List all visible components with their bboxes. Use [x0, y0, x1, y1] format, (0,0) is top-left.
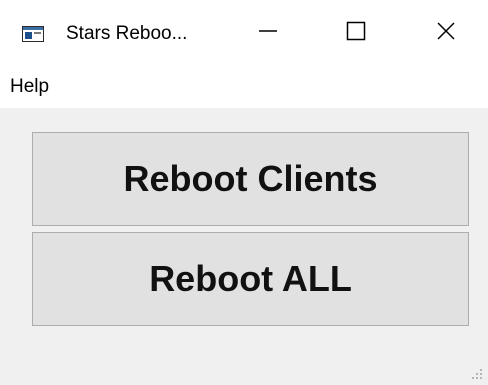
- title-bar[interactable]: Stars Reboo...: [0, 0, 488, 66]
- client-area: Reboot Clients Reboot ALL: [0, 108, 488, 385]
- close-button[interactable]: [398, 0, 488, 66]
- app-window: Stars Reboo... Help Reboot Clients Reboo…: [0, 0, 488, 385]
- menu-item-help[interactable]: Help: [8, 76, 51, 98]
- maximize-icon: [346, 21, 366, 46]
- app-window-icon: [22, 26, 44, 42]
- window-title: Stars Reboo...: [66, 23, 188, 44]
- resize-grip-icon[interactable]: [470, 367, 484, 381]
- maximize-button[interactable]: [308, 0, 404, 66]
- minimize-icon: [258, 21, 278, 46]
- minimize-button[interactable]: [220, 0, 316, 66]
- menu-bar: Help: [0, 66, 488, 108]
- reboot-all-button[interactable]: Reboot ALL: [32, 232, 469, 326]
- close-icon: [436, 21, 456, 46]
- reboot-clients-button[interactable]: Reboot Clients: [32, 132, 469, 226]
